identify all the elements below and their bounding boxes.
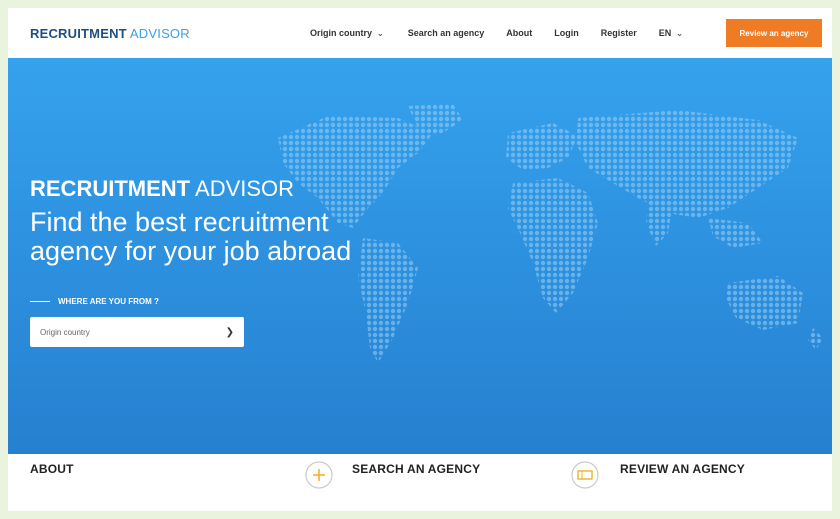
nav-search-agency-label: Search an agency [407, 28, 485, 38]
nav-login-label: Login [554, 28, 579, 38]
about-heading: ABOUT [30, 462, 74, 476]
nav-origin-country[interactable]: Origin country ⌄ [310, 28, 384, 38]
nav-origin-country-label: Origin country [310, 28, 373, 38]
search-agency-heading: SEARCH AN AGENCY [352, 462, 481, 476]
review-agency-heading: REVIEW AN AGENCY [620, 462, 745, 476]
logo-light-text: ADVISOR [129, 26, 190, 41]
label-dash [30, 301, 50, 302]
where-from-label: WHERE ARE YOU FROM ? [30, 297, 159, 306]
logo-bold-text: RECRUITMENT [30, 26, 127, 41]
where-from-text: WHERE ARE YOU FROM ? [58, 297, 159, 306]
origin-country-select[interactable]: Origin country ❯ [30, 317, 244, 347]
nav-register-label: Register [600, 28, 637, 38]
hero-banner: RECRUITMENT ADVISOR Find the best recrui… [8, 58, 832, 454]
ticket-icon [571, 461, 599, 489]
nav-login[interactable]: Login [554, 28, 579, 38]
nav-search-agency[interactable]: Search an agency [408, 28, 485, 38]
hero-headline: Find the best recruitment agency for you… [30, 207, 352, 266]
site-logo[interactable]: RECRUITMENT ADVISOR [30, 26, 190, 41]
origin-country-select-value: Origin country [40, 327, 90, 337]
nav-register[interactable]: Register [601, 28, 637, 38]
chevron-down-icon: ❯ [225, 326, 234, 338]
nav-links: Origin country ⌄ Search an agency About … [310, 8, 683, 58]
features-section: ABOUT SEARCH AN AGENCY REVIEW AN AGENCY [8, 454, 832, 511]
nav-about[interactable]: About [506, 28, 532, 38]
nav-about-label: About [506, 28, 533, 38]
language-label: EN [658, 28, 672, 38]
hero-brand-title: RECRUITMENT ADVISOR [30, 176, 294, 202]
review-agency-button[interactable]: Review an agency [726, 19, 822, 47]
chevron-down-icon: ⌄ [377, 28, 384, 38]
top-navbar: RECRUITMENT ADVISOR Origin country ⌄ Sea… [8, 8, 832, 58]
hero-brand-light: ADVISOR [195, 176, 295, 201]
plus-circle-icon [305, 461, 333, 489]
page-frame: RECRUITMENT ADVISOR Origin country ⌄ Sea… [8, 8, 832, 511]
language-selector[interactable]: EN ⌄ [659, 28, 683, 38]
chevron-down-icon: ⌄ [676, 28, 683, 38]
hero-brand-bold: RECRUITMENT [30, 176, 191, 201]
